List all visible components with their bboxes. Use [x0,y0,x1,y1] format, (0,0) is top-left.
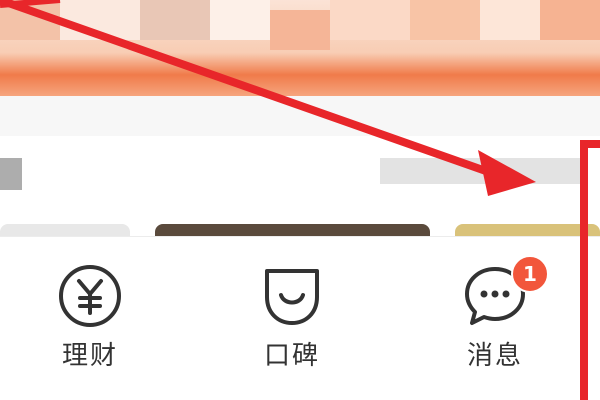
tab-label-xiaoxi: 消息 [466,341,523,371]
tab-koubei[interactable]: 口碑 [232,261,352,381]
yuan-circle-icon [59,265,121,327]
tab-label-koubei: 口碑 [263,341,320,371]
app-screen: 理财 口碑 1 消息 [0,0,600,400]
bottom-tab-bar: 理财 口碑 1 消息 [0,236,600,400]
divider-strip [0,96,600,136]
koubei-smile-icon [265,269,319,325]
blurred-text-block [380,158,580,184]
tab-label-licai: 理财 [61,341,118,371]
blurred-text-block [0,158,22,190]
unread-badge: 1 [511,255,549,293]
annotation-highlight-box [580,140,600,400]
blurred-content-row [0,136,600,238]
tab-xiaoxi[interactable]: 1 消息 [435,255,555,381]
tab-licai[interactable]: 理财 [30,261,150,381]
blurred-header-banner [0,0,600,96]
